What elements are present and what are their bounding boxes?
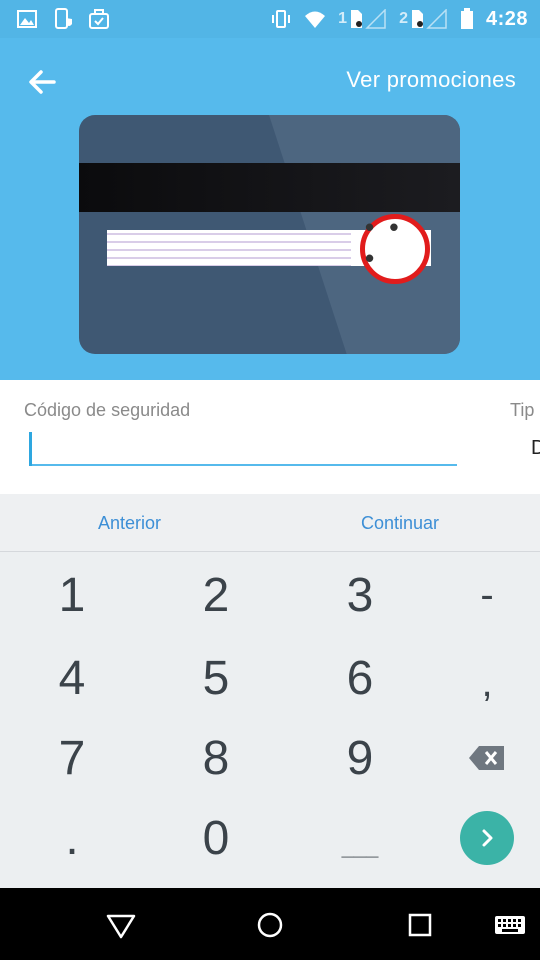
key-2[interactable]: 2 [166,557,266,633]
previous-button[interactable]: Anterior [98,513,161,534]
card-header: Ver promociones • • • [0,38,540,380]
key-comma[interactable]: , [437,645,537,721]
notification-icons [16,8,110,30]
document-type-label: Tip [510,400,535,420]
system-icons: 1 2 4:28 [270,6,528,32]
sim-card-icon [351,10,363,28]
key-dot[interactable]: . [22,800,122,876]
key-minus[interactable]: - [437,557,537,633]
back-button[interactable] [22,62,62,102]
see-promotions-link[interactable]: Ver promociones [346,67,516,93]
key-3[interactable]: 3 [310,557,410,633]
security-code-input[interactable] [29,428,457,466]
sim-card-icon [411,10,423,28]
chevron-right-icon [482,829,493,847]
wifi-icon [305,11,326,28]
card-back-illustration: • • • [79,115,460,354]
delete-key[interactable] [437,720,537,796]
key-0[interactable]: 0 [166,800,266,876]
magnetic-stripe [79,163,460,212]
form-navigation-bar: Anterior Continuar [0,494,540,552]
keyboard-switch-button[interactable] [493,910,527,940]
nav-recents-button[interactable] [405,910,435,940]
backspace-icon [469,746,504,770]
document-type-value[interactable]: D [531,437,540,460]
keyboard-icon [495,916,525,934]
key-9[interactable]: 9 [310,720,410,796]
battery-icon [460,8,473,29]
key-8[interactable]: 8 [166,720,266,796]
briefcase-check-icon [89,9,109,29]
key-7[interactable]: 7 [22,720,122,796]
cvv-dots: • • • [365,212,403,273]
sim1-signal: 1 [338,9,387,29]
key-4[interactable]: 4 [22,640,122,716]
key-6[interactable]: 6 [310,640,410,716]
signal-icon [365,9,386,29]
nav-back-button[interactable] [106,910,136,940]
go-key[interactable] [437,800,537,876]
sim2-signal: 2 [399,9,448,29]
system-navigation-bar [0,888,540,960]
signal-icon [426,9,447,29]
sim1-label: 1 [338,10,348,27]
key-space[interactable]: ___ [310,800,410,876]
clock: 4:28 [485,7,528,30]
square-recents-icon [408,913,432,937]
phone-shield-icon [55,8,72,29]
image-icon [17,10,37,28]
numeric-keypad: 1 2 3 - 4 5 6 , 7 8 9 . 0 ___ [0,552,540,888]
text-cursor [29,432,32,466]
triangle-back-icon [106,914,136,939]
status-bar: 1 2 4:28 [0,0,540,38]
cvv-highlight-circle: • • • [360,212,430,284]
security-form: Código de seguridad Tip D [0,380,540,494]
key-5[interactable]: 5 [166,640,266,716]
go-button[interactable] [460,811,514,865]
arrow-left-icon [29,70,56,94]
nav-home-button[interactable] [255,910,285,940]
sim2-label: 2 [399,10,408,27]
circle-home-icon [257,912,283,938]
continue-button[interactable]: Continuar [361,513,439,534]
vibrate-icon [272,10,291,28]
key-1[interactable]: 1 [22,557,122,633]
security-code-label: Código de seguridad [24,400,191,420]
